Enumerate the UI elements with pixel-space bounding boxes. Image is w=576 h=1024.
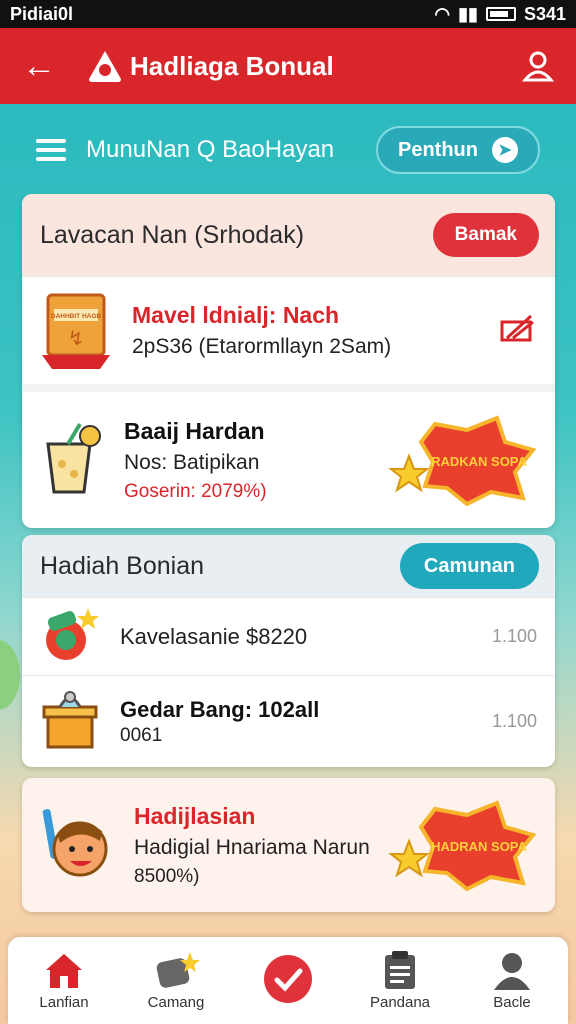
reward-subtitle: 0061: [120, 724, 163, 746]
signal-icon: ▮▮: [458, 3, 478, 24]
nav-item-check[interactable]: [238, 954, 338, 1008]
nav-label: Camang: [147, 994, 205, 1011]
badge-text: RADKAN SOPA: [431, 454, 527, 469]
edit-icon[interactable]: [497, 308, 537, 353]
reward-title: Gedar Bang: 102all: [120, 696, 320, 722]
explore-button-label: Penthun: [398, 138, 478, 161]
promo-badge: RADKAN SOPA: [387, 414, 537, 507]
rewards-card: Hadiah Bonian Camunan Kavelasanie $8220 …: [22, 535, 555, 767]
app-logo-icon: [86, 47, 124, 85]
wifi-icon: ◠: [434, 3, 451, 24]
badge-text: HADRAN SOPA: [431, 839, 527, 854]
profile-icon: [494, 953, 530, 990]
bonus-row[interactable]: Hadijlasian Hadigial Hnariama Narun 8500…: [22, 778, 555, 912]
reward-title: Kavelasanie $8220: [120, 623, 308, 649]
item-line-red: Goserin: 2079%): [124, 480, 267, 502]
svg-text:↯: ↯: [68, 328, 85, 350]
bonus-line: Hadigial Hnariama Narun: [134, 835, 370, 859]
drink-icon: [40, 418, 104, 503]
item-title: Mavel ldnialj: Nach: [132, 302, 340, 328]
promo-card: Lavacan Nan (Srhodak) Bamak DAHHBIT HAGB…: [22, 194, 555, 528]
nav-item-profile[interactable]: Bacle: [462, 950, 562, 1011]
promo-action-button[interactable]: Bamak: [432, 213, 539, 257]
nav-item-orders[interactable]: Pandana: [350, 950, 450, 1011]
item-title: Baaij Hardan: [124, 417, 265, 444]
promo-heading: Lavacan Nan (Srhodak): [40, 220, 305, 249]
nav-label: Pandana: [369, 994, 431, 1011]
list-item[interactable]: DAHHBIT HAGB ↯ Mavel ldnialj: Nach 2pS36 …: [22, 276, 555, 384]
bonus-badge: HADRAN SOPA: [387, 799, 537, 892]
item-subtitle: 2pS36 (Etarormllayn 2Sam): [132, 335, 392, 358]
explore-button[interactable]: Penthun ➤: [376, 126, 540, 174]
sub-title: MunuNan Q BaoHayan: [86, 136, 335, 163]
rewards-card-header: Hadiah Bonian Camunan: [22, 535, 555, 597]
star-icon: [388, 838, 430, 878]
ticket-icon-text: DAHHBIT HAGB: [51, 313, 101, 320]
list-item[interactable]: Baaij Hardan Nos: Batipikan Goserin: 207…: [22, 384, 555, 528]
battery-icon: [485, 7, 516, 21]
check-circle-icon: [264, 954, 312, 1003]
rewards-heading: Hadiah Bonian: [40, 551, 205, 580]
gift-icon: [40, 604, 100, 669]
gift-bag-icon: [156, 952, 200, 988]
status-bar: Pidiai0l ◠ ▮▮ S341: [0, 0, 576, 28]
reward-row[interactable]: Kavelasanie $8220 1.100: [22, 597, 555, 675]
app-title: Hadliaga Bonual: [130, 50, 334, 81]
bottom-nav: Lanfian Camang Pandana Bacle: [8, 937, 568, 1024]
carrier-label: Pidiai0l: [10, 3, 74, 24]
reward-row[interactable]: Gedar Bang: 102all 0061 1.100: [22, 675, 555, 767]
clipboard-icon: [385, 951, 415, 989]
sub-bar: MunuNan Q BaoHayan Penthun ➤: [0, 104, 576, 196]
user-icon[interactable]: [521, 50, 555, 82]
ticket-icon: DAHHBIT HAGB ↯: [40, 285, 112, 376]
reward-amount: 1.100: [491, 626, 537, 646]
clock: S341: [523, 3, 566, 24]
nav-label: Lanfian: [39, 994, 89, 1011]
bonus-card[interactable]: Hadijlasian Hadigial Hnariama Narun 8500…: [22, 778, 555, 912]
item-line: Nos: Batipikan: [124, 450, 260, 474]
nav-item-home[interactable]: Lanfian: [14, 950, 114, 1011]
back-arrow-icon[interactable]: ←: [22, 49, 62, 83]
status-icons: ◠ ▮▮ S341: [434, 4, 566, 25]
star-icon: [388, 453, 430, 493]
bonus-title: Hadijlasian: [134, 802, 256, 829]
nav-label: Bacle: [493, 994, 531, 1011]
background-decoration: [0, 640, 20, 710]
app-bar: ← Hadliaga Bonual: [0, 28, 576, 104]
menu-icon[interactable]: [36, 139, 66, 161]
bonus-line-2: 8500%): [134, 865, 200, 887]
promo-card-header: Lavacan Nan (Srhodak) Bamak: [22, 194, 555, 276]
compass-icon: ➤: [492, 137, 518, 163]
box-icon: [40, 687, 100, 756]
home-icon: [46, 954, 82, 988]
mascot-icon: [40, 801, 114, 890]
rewards-action-label: Camunan: [423, 554, 515, 577]
nav-item-games[interactable]: Camang: [126, 950, 226, 1011]
rewards-action-button[interactable]: Camunan: [399, 543, 539, 589]
promo-action-label: Bamak: [454, 224, 517, 245]
reward-amount: 1.100: [491, 711, 537, 731]
